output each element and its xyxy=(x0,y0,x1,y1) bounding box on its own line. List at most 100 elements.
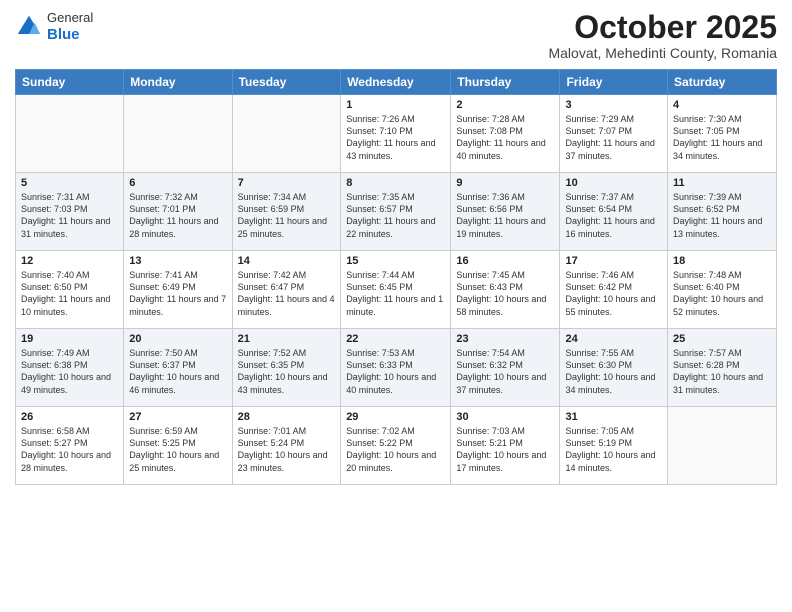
table-row: 18 Sunrise: 7:48 AM Sunset: 6:40 PM Dayli… xyxy=(668,251,777,329)
day-info: Sunrise: 7:42 AM Sunset: 6:47 PM Dayligh… xyxy=(238,269,336,318)
day-info: Sunrise: 7:29 AM Sunset: 7:07 PM Dayligh… xyxy=(565,113,662,162)
calendar-header-row: Sunday Monday Tuesday Wednesday Thursday… xyxy=(16,70,777,95)
calendar-week-4: 19 Sunrise: 7:49 AM Sunset: 6:38 PM Dayli… xyxy=(16,329,777,407)
day-info: Sunrise: 6:58 AM Sunset: 5:27 PM Dayligh… xyxy=(21,425,118,474)
calendar-week-5: 26 Sunrise: 6:58 AM Sunset: 5:27 PM Dayli… xyxy=(16,407,777,485)
table-row: 26 Sunrise: 6:58 AM Sunset: 5:27 PM Dayli… xyxy=(16,407,124,485)
day-number: 24 xyxy=(565,333,662,345)
table-row: 19 Sunrise: 7:49 AM Sunset: 6:38 PM Dayli… xyxy=(16,329,124,407)
table-row: 25 Sunrise: 7:57 AM Sunset: 6:28 PM Dayli… xyxy=(668,329,777,407)
table-row: 10Sunrise: 7:37 AM Sunset: 6:54 PM Dayli… xyxy=(560,173,668,251)
day-number: 4 xyxy=(673,99,771,111)
title-block: October 2025 Malovat, Mehedinti County, … xyxy=(548,10,777,61)
table-row xyxy=(124,95,232,173)
day-number: 16 xyxy=(456,255,554,267)
day-number: 19 xyxy=(21,333,118,345)
table-row: 30 Sunrise: 7:03 AM Sunset: 5:21 PM Dayli… xyxy=(451,407,560,485)
table-row: 27Sunrise: 6:59 AM Sunset: 5:25 PM Dayli… xyxy=(124,407,232,485)
day-info: Sunrise: 7:28 AM Sunset: 7:08 PM Dayligh… xyxy=(456,113,554,162)
logo-blue: Blue xyxy=(47,26,93,44)
day-number: 20 xyxy=(129,333,226,345)
table-row: 14 Sunrise: 7:42 AM Sunset: 6:47 PM Dayli… xyxy=(232,251,341,329)
table-row: 1 Sunrise: 7:26 AM Sunset: 7:10 PM Daylig… xyxy=(341,95,451,173)
calendar-week-2: 5 Sunrise: 7:31 AM Sunset: 7:03 PM Daylig… xyxy=(16,173,777,251)
day-number: 22 xyxy=(346,333,445,345)
day-number: 26 xyxy=(21,411,118,423)
table-row: 13Sunrise: 7:41 AM Sunset: 6:49 PM Dayli… xyxy=(124,251,232,329)
table-row xyxy=(232,95,341,173)
day-info: Sunrise: 7:34 AM Sunset: 6:59 PM Dayligh… xyxy=(238,191,336,240)
col-wednesday: Wednesday xyxy=(341,70,451,95)
table-row: 8 Sunrise: 7:35 AM Sunset: 6:57 PM Daylig… xyxy=(341,173,451,251)
day-number: 29 xyxy=(346,411,445,423)
table-row: 15 Sunrise: 7:44 AM Sunset: 6:45 PM Dayli… xyxy=(341,251,451,329)
day-number: 30 xyxy=(456,411,554,423)
col-monday: Monday xyxy=(124,70,232,95)
table-row: 12Sunrise: 7:40 AM Sunset: 6:50 PM Dayli… xyxy=(16,251,124,329)
day-info: Sunrise: 7:03 AM Sunset: 5:21 PM Dayligh… xyxy=(456,425,554,474)
calendar-week-1: 1 Sunrise: 7:26 AM Sunset: 7:10 PM Daylig… xyxy=(16,95,777,173)
table-row: 28Sunrise: 7:01 AM Sunset: 5:24 PM Dayli… xyxy=(232,407,341,485)
day-number: 1 xyxy=(346,99,445,111)
table-row: 7 Sunrise: 7:34 AM Sunset: 6:59 PM Daylig… xyxy=(232,173,341,251)
table-row: 11Sunrise: 7:39 AM Sunset: 6:52 PM Dayli… xyxy=(668,173,777,251)
day-info: Sunrise: 7:53 AM Sunset: 6:33 PM Dayligh… xyxy=(346,347,445,396)
day-info: Sunrise: 7:32 AM Sunset: 7:01 PM Dayligh… xyxy=(129,191,226,240)
table-row: 5 Sunrise: 7:31 AM Sunset: 7:03 PM Daylig… xyxy=(16,173,124,251)
day-number: 6 xyxy=(129,177,226,189)
day-info: Sunrise: 7:48 AM Sunset: 6:40 PM Dayligh… xyxy=(673,269,771,318)
day-number: 2 xyxy=(456,99,554,111)
day-info: Sunrise: 7:36 AM Sunset: 6:56 PM Dayligh… xyxy=(456,191,554,240)
day-info: Sunrise: 7:02 AM Sunset: 5:22 PM Dayligh… xyxy=(346,425,445,474)
day-number: 9 xyxy=(456,177,554,189)
day-info: Sunrise: 7:44 AM Sunset: 6:45 PM Dayligh… xyxy=(346,269,445,318)
day-number: 15 xyxy=(346,255,445,267)
table-row: 31Sunrise: 7:05 AM Sunset: 5:19 PM Dayli… xyxy=(560,407,668,485)
logo: General Blue xyxy=(15,10,93,44)
table-row: 4Sunrise: 7:30 AM Sunset: 7:05 PM Daylig… xyxy=(668,95,777,173)
day-info: Sunrise: 7:49 AM Sunset: 6:38 PM Dayligh… xyxy=(21,347,118,396)
logo-text: General Blue xyxy=(47,10,93,44)
col-sunday: Sunday xyxy=(16,70,124,95)
page: General Blue October 2025 Malovat, Mehed… xyxy=(0,0,792,612)
calendar-week-3: 12Sunrise: 7:40 AM Sunset: 6:50 PM Dayli… xyxy=(16,251,777,329)
day-number: 18 xyxy=(673,255,771,267)
day-info: Sunrise: 7:41 AM Sunset: 6:49 PM Dayligh… xyxy=(129,269,226,318)
day-info: Sunrise: 7:31 AM Sunset: 7:03 PM Dayligh… xyxy=(21,191,118,240)
day-info: Sunrise: 7:46 AM Sunset: 6:42 PM Dayligh… xyxy=(565,269,662,318)
day-number: 5 xyxy=(21,177,118,189)
day-number: 17 xyxy=(565,255,662,267)
day-number: 8 xyxy=(346,177,445,189)
calendar-subtitle: Malovat, Mehedinti County, Romania xyxy=(548,45,777,61)
calendar-table: Sunday Monday Tuesday Wednesday Thursday… xyxy=(15,69,777,485)
day-info: Sunrise: 7:57 AM Sunset: 6:28 PM Dayligh… xyxy=(673,347,771,396)
col-friday: Friday xyxy=(560,70,668,95)
table-row: 24Sunrise: 7:55 AM Sunset: 6:30 PM Dayli… xyxy=(560,329,668,407)
col-thursday: Thursday xyxy=(451,70,560,95)
table-row: 21Sunrise: 7:52 AM Sunset: 6:35 PM Dayli… xyxy=(232,329,341,407)
day-number: 31 xyxy=(565,411,662,423)
table-row xyxy=(16,95,124,173)
table-row: 9 Sunrise: 7:36 AM Sunset: 6:56 PM Daylig… xyxy=(451,173,560,251)
day-number: 12 xyxy=(21,255,118,267)
day-number: 21 xyxy=(238,333,336,345)
table-row: 29 Sunrise: 7:02 AM Sunset: 5:22 PM Dayli… xyxy=(341,407,451,485)
table-row: 2 Sunrise: 7:28 AM Sunset: 7:08 PM Daylig… xyxy=(451,95,560,173)
table-row: 22 Sunrise: 7:53 AM Sunset: 6:33 PM Dayli… xyxy=(341,329,451,407)
day-info: Sunrise: 7:35 AM Sunset: 6:57 PM Dayligh… xyxy=(346,191,445,240)
logo-general: General xyxy=(47,10,93,26)
col-saturday: Saturday xyxy=(668,70,777,95)
day-info: Sunrise: 7:01 AM Sunset: 5:24 PM Dayligh… xyxy=(238,425,336,474)
table-row: 17 Sunrise: 7:46 AM Sunset: 6:42 PM Dayli… xyxy=(560,251,668,329)
day-number: 3 xyxy=(565,99,662,111)
day-info: Sunrise: 7:26 AM Sunset: 7:10 PM Dayligh… xyxy=(346,113,445,162)
day-number: 25 xyxy=(673,333,771,345)
day-number: 14 xyxy=(238,255,336,267)
day-number: 11 xyxy=(673,177,771,189)
logo-icon xyxy=(15,13,43,41)
header: General Blue October 2025 Malovat, Mehed… xyxy=(15,10,777,61)
col-tuesday: Tuesday xyxy=(232,70,341,95)
day-info: Sunrise: 7:37 AM Sunset: 6:54 PM Dayligh… xyxy=(565,191,662,240)
calendar-title: October 2025 xyxy=(548,10,777,45)
day-number: 7 xyxy=(238,177,336,189)
